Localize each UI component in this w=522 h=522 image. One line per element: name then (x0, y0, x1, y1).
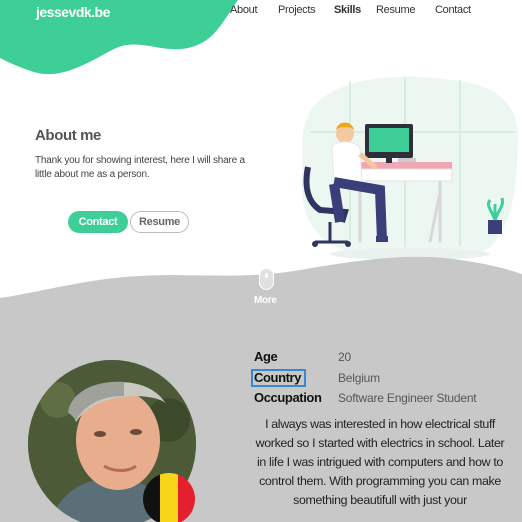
resume-button[interactable]: Resume (130, 211, 189, 233)
occupation-value: Software Engineer Student (338, 391, 477, 405)
site-logo[interactable]: jessevdk.be (36, 4, 110, 20)
page-title: About me (35, 127, 101, 144)
contact-button[interactable]: Contact (68, 211, 128, 233)
belgium-flag-icon (143, 473, 195, 522)
occupation-label: Occupation (254, 390, 322, 405)
bio-text: I always was interested in how electrica… (255, 417, 505, 507)
age-label: Age (254, 349, 278, 364)
scroll-mouse-icon[interactable] (259, 268, 274, 290)
intro-text: Thank you for showing interest, here I w… (35, 155, 245, 180)
text-selection-highlight (251, 369, 306, 387)
country-value: Belgium (338, 371, 380, 385)
more-label[interactable]: More (254, 295, 277, 306)
nav-resume[interactable]: Resume (376, 4, 415, 16)
nav-about[interactable]: About (230, 4, 258, 16)
nav-projects[interactable]: Projects (278, 4, 316, 16)
age-value: 20 (338, 350, 351, 364)
nav-skills[interactable]: Skills (334, 4, 361, 16)
nav-contact[interactable]: Contact (435, 4, 471, 16)
